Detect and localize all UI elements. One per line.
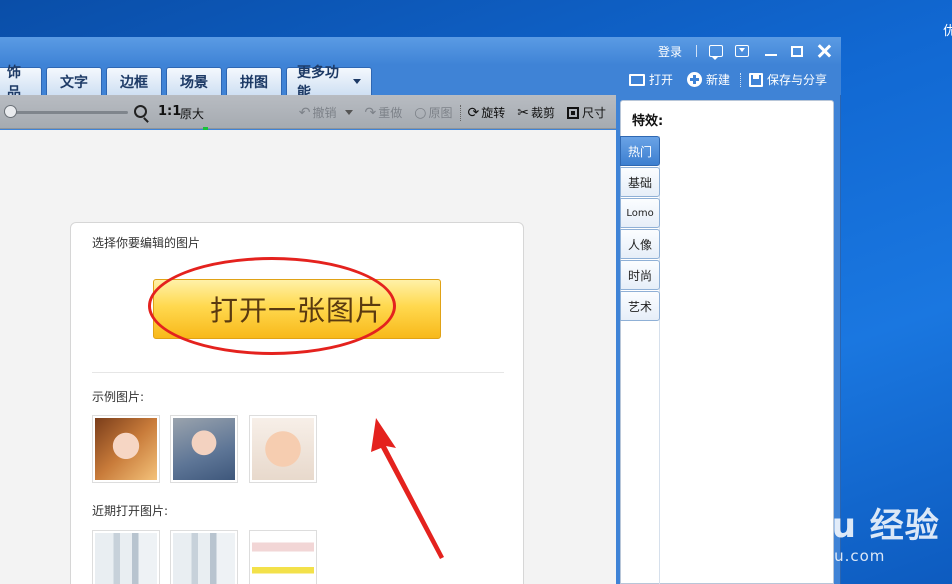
baidu-jingyan-watermark: Bai du 经验 jingyan.baidu.com: [730, 498, 940, 565]
new-label: 新建: [705, 73, 730, 87]
new-button[interactable]: 新建: [686, 71, 730, 88]
edit-toolbar: 1:1 原大 ↶ 撤销 ↷ 重做 ○ 原图 ⟳ 旋转 ✂ 裁剪 尺寸: [0, 95, 616, 130]
original-image-button[interactable]: ○ 原图: [414, 104, 452, 121]
undo-button[interactable]: ↶ 撤销: [299, 104, 353, 121]
tab-collage[interactable]: 拼图: [226, 67, 282, 95]
effects-title: 特效:: [632, 114, 664, 129]
crop-button[interactable]: ✂ 裁剪: [517, 104, 555, 121]
resize-icon: [566, 106, 579, 119]
watermark-logo: Bai du 经验: [730, 506, 940, 546]
original-size-button[interactable]: 原大: [180, 105, 204, 122]
undo-label: 撤销: [312, 106, 337, 120]
scissors-icon: ✂: [517, 104, 529, 121]
feature-tabs: 饰品 文字 边框 场景 拼图 更多功能: [0, 65, 376, 101]
size-button[interactable]: 尺寸: [566, 104, 606, 121]
watermark-site: jingyan.baidu.com: [730, 547, 886, 565]
crop-label: 裁剪: [530, 106, 555, 120]
close-icon[interactable]: [817, 44, 831, 58]
folder-icon: [628, 73, 645, 86]
effect-tab-hot[interactable]: 热门: [620, 136, 660, 166]
redo-icon: ↷: [364, 104, 377, 121]
title-bar: 登录: [0, 37, 841, 65]
open-label: 打开: [648, 73, 673, 87]
minimize-icon[interactable]: [765, 54, 777, 56]
rotate-button[interactable]: ⟳ 旋转: [467, 104, 505, 121]
undo-dropdown-icon[interactable]: [344, 110, 353, 115]
app-window: 登录 饰品 文字 边框 场景 拼图 更多功能 打开 新建 保存与分享 1:1 原…: [0, 37, 841, 584]
desktop-glyph: 优: [942, 24, 952, 39]
zoom-slider-handle[interactable]: [4, 105, 17, 118]
zoom-slider-track[interactable]: [8, 111, 128, 114]
tab-text[interactable]: 文字: [46, 67, 102, 95]
title-separator: [696, 45, 697, 57]
save-icon: [748, 72, 763, 87]
effect-tab-art[interactable]: 艺术: [620, 291, 660, 321]
tab-accessories[interactable]: 饰品: [0, 65, 42, 101]
tab-more-features[interactable]: 更多功能: [286, 65, 372, 101]
ratio-1to1-button[interactable]: 1:1: [158, 104, 181, 119]
maximize-icon[interactable]: [791, 45, 803, 57]
plus-circle-icon: [686, 72, 702, 87]
circle-icon: ○: [414, 104, 427, 121]
red-arrow-annotation: [371, 418, 444, 559]
effects-tabs: 热门 基础 Lomo 人像 时尚 艺术: [620, 136, 660, 322]
chevron-down-icon: [353, 79, 361, 84]
arrow-shape: [371, 418, 444, 559]
tool-separator: [460, 104, 462, 121]
open-button[interactable]: 打开: [628, 71, 673, 88]
undo-icon: ↶: [298, 104, 311, 121]
file-actions: 打开 新建 保存与分享: [615, 71, 827, 88]
tab-bar: 饰品 文字 边框 场景 拼图 更多功能 打开 新建 保存与分享: [0, 65, 841, 101]
window-controls: 登录: [658, 41, 831, 61]
rotate-icon: ⟳: [467, 104, 480, 121]
editor-canvas: 选择你要编辑的图片 打开一张图片 示例图片: 近期打开图片:: [0, 130, 616, 584]
tab-scene[interactable]: 场景: [166, 67, 222, 95]
effect-tab-basic[interactable]: 基础: [620, 167, 660, 197]
zoom-in-icon[interactable]: [134, 105, 147, 118]
redo-label: 重做: [378, 106, 403, 120]
effect-tab-fashion[interactable]: 时尚: [620, 260, 660, 290]
save-share-label: 保存与分享: [766, 73, 827, 87]
edit-tools: ↶ 撤销 ↷ 重做 ○ 原图 ⟳ 旋转 ✂ 裁剪 尺寸: [287, 104, 606, 121]
original-label: 原图: [428, 106, 453, 120]
effect-tab-lomo[interactable]: Lomo: [620, 198, 660, 228]
message-icon[interactable]: [709, 45, 723, 60]
menu-dropdown-icon[interactable]: [735, 45, 749, 57]
action-separator: [739, 72, 741, 87]
size-label: 尺寸: [581, 106, 606, 120]
effect-tab-portrait[interactable]: 人像: [620, 229, 660, 259]
redo-button[interactable]: ↷ 重做: [365, 104, 403, 121]
tab-border[interactable]: 边框: [106, 67, 162, 95]
login-link[interactable]: 登录: [658, 43, 682, 60]
rotate-label: 旋转: [481, 106, 506, 120]
save-share-button[interactable]: 保存与分享: [748, 71, 827, 88]
